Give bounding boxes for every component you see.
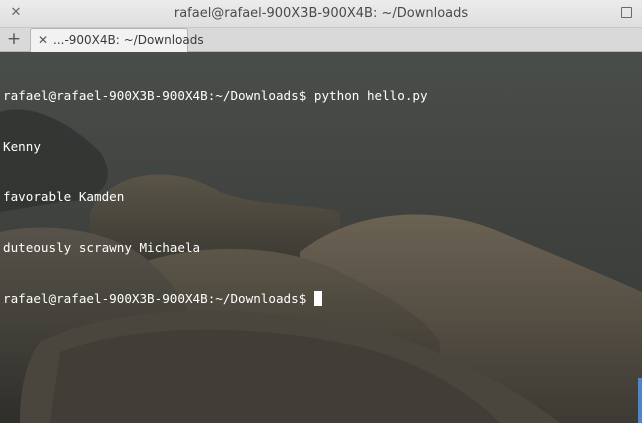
prompt-text: rafael@rafael-900X3B-900X4B:~/Downloads$ (3, 290, 307, 306)
text-cursor (314, 290, 323, 306)
terminal-line: Kenny (3, 138, 41, 154)
close-icon[interactable]: ✕ (36, 32, 50, 48)
scrollbar[interactable] (638, 378, 642, 423)
terminal-line: duteously scrawny Michaela (3, 239, 201, 255)
tab-downloads[interactable]: ✕ ...-900X4B: ~/Downloads (30, 28, 204, 52)
terminal-text: rafael@rafael-900X3B-900X4B:~/Downloads$… (3, 54, 428, 341)
tab-label: ...-900X4B: ~/Downloads (53, 33, 204, 47)
terminal-output-area[interactable]: rafael@rafael-900X3B-900X4B:~/Downloads$… (0, 52, 642, 423)
terminal-line: rafael@rafael-900X3B-900X4B:~/Downloads$… (3, 87, 428, 103)
window-title: rafael@rafael-900X3B-900X4B: ~/Downloads (173, 6, 469, 21)
terminal-window: ✕ rafael@rafael-900X3B-900X4B: ~/Downloa… (0, 0, 642, 423)
terminal-line: favorable Kamden (3, 189, 125, 205)
new-tab-button[interactable]: + (3, 30, 25, 50)
terminal-prompt-line: rafael@rafael-900X3B-900X4B:~/Downloads$ (3, 290, 428, 308)
maximize-icon[interactable] (621, 7, 632, 18)
tab-bar: + ✕ ...-900X4B: ~/Downloads (0, 28, 642, 52)
title-bar[interactable]: ✕ rafael@rafael-900X3B-900X4B: ~/Downloa… (0, 0, 642, 28)
